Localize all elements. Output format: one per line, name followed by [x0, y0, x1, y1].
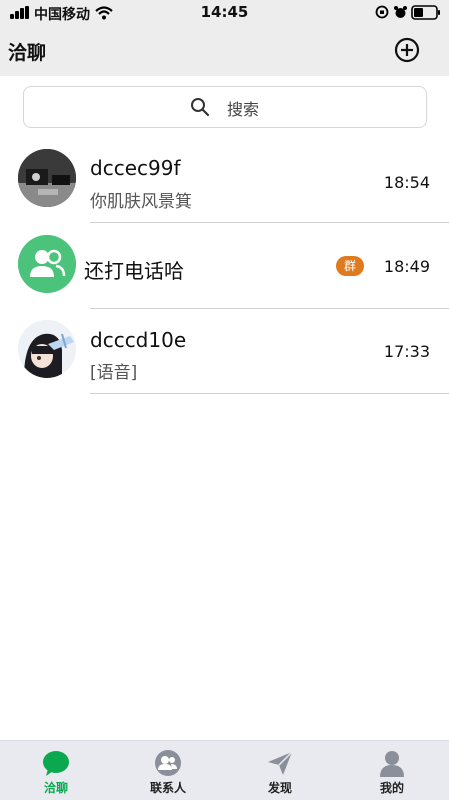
chat-time: 18:54 — [383, 173, 430, 192]
chat-name: dcccd10e — [90, 328, 187, 352]
search-input[interactable]: 搜索 — [23, 86, 427, 128]
tab-contacts[interactable]: 联系人 — [112, 741, 224, 800]
chat-item[interactable]: dccec99f 你肌肤风景箕 18:54 — [0, 137, 449, 223]
divider — [90, 393, 449, 394]
chat-last-message: 你肌肤风景箕 — [90, 192, 192, 212]
alarm-icon — [394, 6, 407, 18]
profile-icon — [380, 751, 404, 777]
tab-label: 我的 — [379, 781, 404, 795]
status-bar: 中国移动 14:45 — [0, 0, 449, 26]
tab-chats[interactable]: 洽聊 — [0, 741, 112, 800]
tab-label: 洽聊 — [43, 781, 68, 795]
tab-profile[interactable]: 我的 — [336, 741, 448, 800]
page-title: 洽聊 — [8, 42, 47, 64]
photo-avatar — [18, 149, 76, 207]
chat-time: 17:33 — [383, 342, 430, 361]
discover-icon — [268, 751, 293, 775]
tab-bar: 洽聊 联系人 发现 我的 — [0, 740, 449, 800]
chat-name: 还打电话哈 — [84, 259, 184, 283]
search-section: 搜索 — [0, 76, 449, 136]
battery-icon — [411, 5, 440, 20]
contacts-icon — [155, 750, 181, 776]
rotation-lock-icon — [375, 5, 389, 19]
anime-avatar — [18, 320, 76, 378]
nav-bar: 洽聊 — [0, 26, 449, 76]
tab-label: 联系人 — [149, 781, 186, 795]
chat-icon — [43, 751, 69, 776]
chat-name: dccec99f — [90, 156, 181, 180]
chat-item[interactable]: 还打电话哈 群 18:49 — [0, 223, 449, 309]
group-avatar — [18, 235, 76, 293]
group-badge: 群 — [336, 256, 364, 276]
add-icon[interactable] — [394, 37, 420, 63]
search-placeholder: 搜索 — [227, 100, 260, 119]
tab-discover[interactable]: 发现 — [224, 741, 336, 800]
chat-last-message: [语音] — [90, 363, 138, 383]
search-icon — [191, 98, 210, 117]
chat-item[interactable]: dcccd10e [语音] 17:33 — [0, 309, 449, 395]
tab-label: 发现 — [267, 781, 292, 795]
chat-time: 18:49 — [383, 257, 430, 276]
